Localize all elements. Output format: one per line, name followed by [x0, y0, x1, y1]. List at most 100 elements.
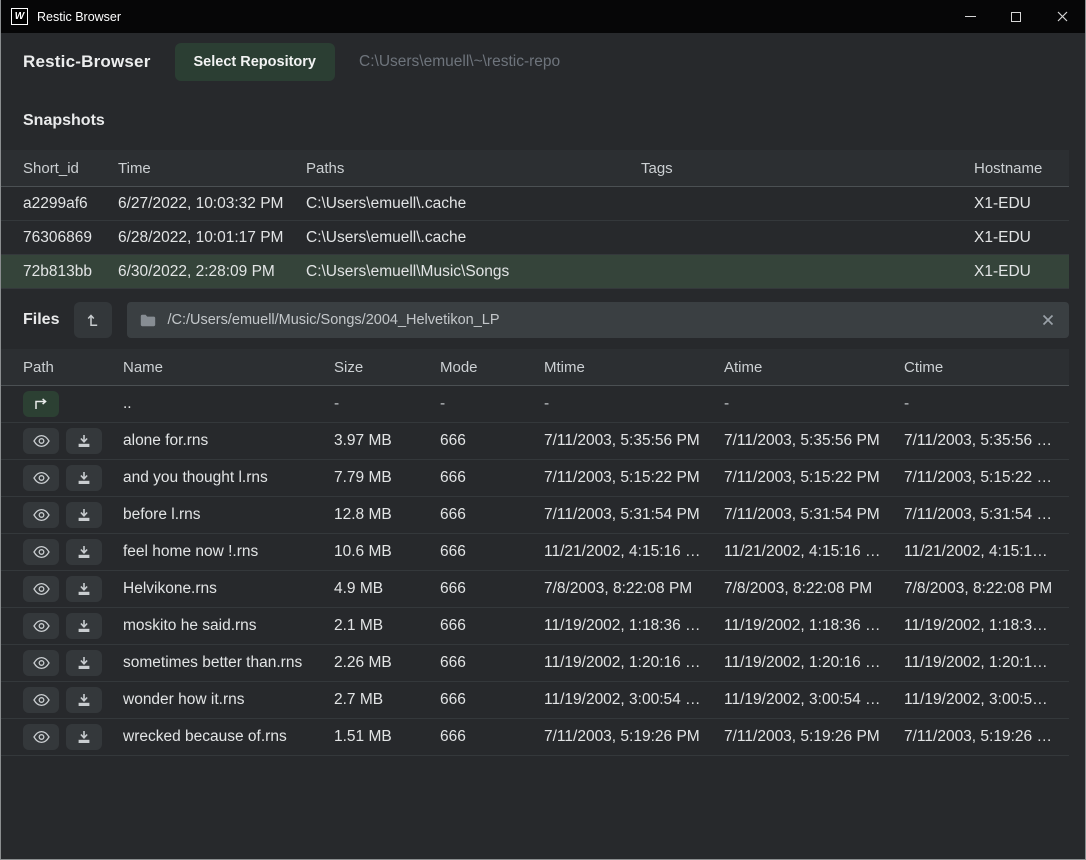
- snapshot-time: 6/27/2022, 10:03:32 PM: [118, 195, 306, 213]
- snapshot-short-id: 76306869: [23, 229, 118, 247]
- eye-icon: [33, 434, 50, 448]
- file-ctime: 7/11/2003, 5:15:22 PM: [904, 469, 1069, 487]
- file-atime: 7/11/2003, 5:31:54 PM: [724, 506, 904, 524]
- snapshot-hostname: X1-EDU: [974, 229, 1069, 247]
- preview-file-button[interactable]: [23, 465, 59, 491]
- download-file-button[interactable]: [66, 650, 102, 676]
- file-atime: 11/19/2002, 1:20:16 …: [724, 654, 904, 672]
- file-atime: 11/21/2002, 4:15:16 …: [724, 543, 904, 561]
- preview-file-button[interactable]: [23, 724, 59, 750]
- file-size: 10.6 MB: [334, 543, 440, 561]
- file-ctime: 7/11/2003, 5:31:54 PM: [904, 506, 1069, 524]
- preview-file-button[interactable]: [23, 539, 59, 565]
- column-header-path: Path: [23, 359, 123, 376]
- parent-directory-row[interactable]: .. - - - - -: [1, 386, 1069, 423]
- file-mode: 666: [440, 432, 544, 450]
- snapshot-row[interactable]: a2299af6 6/27/2022, 10:03:32 PM C:\Users…: [1, 187, 1069, 221]
- file-ctime: 11/19/2002, 1:20:16 …: [904, 654, 1069, 672]
- file-row[interactable]: wrecked because of.rns 1.51 MB 666 7/11/…: [1, 719, 1069, 756]
- file-atime: 7/8/2003, 8:22:08 PM: [724, 580, 904, 598]
- app-window: W Restic Browser Restic-Browser Select R…: [0, 0, 1086, 860]
- file-mtime: 7/11/2003, 5:15:22 PM: [544, 469, 724, 487]
- file-name: moskito he said.rns: [123, 617, 334, 635]
- page-title: Restic-Browser: [23, 52, 151, 72]
- download-file-button[interactable]: [66, 465, 102, 491]
- folder-icon: [140, 314, 156, 327]
- file-path-input[interactable]: /C:/Users/emuell/Music/Songs/2004_Helvet…: [127, 302, 1069, 338]
- preview-file-button[interactable]: [23, 576, 59, 602]
- snapshot-paths: C:\Users\emuell\.cache: [306, 229, 641, 247]
- file-ctime: 11/21/2002, 4:15:16 …: [904, 543, 1069, 561]
- close-button[interactable]: [1039, 0, 1085, 33]
- download-file-button[interactable]: [66, 724, 102, 750]
- file-name: wonder how it.rns: [123, 691, 334, 709]
- file-row[interactable]: moskito he said.rns 2.1 MB 666 11/19/200…: [1, 608, 1069, 645]
- parent-directory-button[interactable]: [23, 391, 59, 417]
- preview-file-button[interactable]: [23, 428, 59, 454]
- file-row[interactable]: wonder how it.rns 2.7 MB 666 11/19/2002,…: [1, 682, 1069, 719]
- snapshot-short-id: 72b813bb: [23, 263, 118, 281]
- maximize-button[interactable]: [993, 0, 1039, 33]
- column-header-paths: Paths: [306, 160, 641, 177]
- preview-file-button[interactable]: [23, 687, 59, 713]
- file-size: 4.9 MB: [334, 580, 440, 598]
- snapshots-table-header: Short_id Time Paths Tags Hostname: [1, 150, 1069, 187]
- preview-file-button[interactable]: [23, 650, 59, 676]
- select-repository-button[interactable]: Select Repository: [175, 43, 336, 81]
- close-icon: [1057, 11, 1068, 22]
- column-header-name: Name: [123, 359, 334, 376]
- snapshot-time: 6/30/2022, 2:28:09 PM: [118, 263, 306, 281]
- file-size: 7.79 MB: [334, 469, 440, 487]
- parent-directory-mode: -: [440, 395, 544, 413]
- clear-icon: [1042, 314, 1054, 326]
- download-file-button[interactable]: [66, 502, 102, 528]
- file-row[interactable]: Helvikone.rns 4.9 MB 666 7/8/2003, 8:22:…: [1, 571, 1069, 608]
- go-to-parent-button[interactable]: [74, 302, 112, 338]
- file-row[interactable]: alone for.rns 3.97 MB 666 7/11/2003, 5:3…: [1, 423, 1069, 460]
- file-atime: 11/19/2002, 1:18:36 …: [724, 617, 904, 635]
- parent-directory-atime: -: [724, 395, 904, 413]
- file-row[interactable]: sometimes better than.rns 2.26 MB 666 11…: [1, 645, 1069, 682]
- parent-directory-ctime: -: [904, 395, 1069, 413]
- download-file-button[interactable]: [66, 539, 102, 565]
- minimize-icon: [965, 16, 976, 17]
- file-atime: 7/11/2003, 5:35:56 PM: [724, 432, 904, 450]
- download-file-button[interactable]: [66, 687, 102, 713]
- file-mode: 666: [440, 469, 544, 487]
- download-icon: [77, 693, 91, 707]
- download-icon: [77, 508, 91, 522]
- maximize-icon: [1011, 12, 1021, 22]
- files-table-body: alone for.rns 3.97 MB 666 7/11/2003, 5:3…: [1, 423, 1085, 756]
- file-row[interactable]: and you thought l.rns 7.79 MB 666 7/11/2…: [1, 460, 1069, 497]
- clear-path-button[interactable]: [1036, 308, 1060, 332]
- snapshot-row[interactable]: 72b813bb 6/30/2022, 2:28:09 PM C:\Users\…: [1, 255, 1069, 289]
- snapshot-row[interactable]: 76306869 6/28/2022, 10:01:17 PM C:\Users…: [1, 221, 1069, 255]
- files-heading: Files: [23, 311, 59, 329]
- preview-file-button[interactable]: [23, 502, 59, 528]
- column-header-mtime: Mtime: [544, 359, 724, 376]
- preview-file-button[interactable]: [23, 613, 59, 639]
- eye-icon: [33, 471, 50, 485]
- file-mode: 666: [440, 543, 544, 561]
- parent-directory-size: -: [334, 395, 440, 413]
- file-ctime: 11/19/2002, 3:00:54 …: [904, 691, 1069, 709]
- file-name: alone for.rns: [123, 432, 334, 450]
- parent-directory-mtime: -: [544, 395, 724, 413]
- download-file-button[interactable]: [66, 576, 102, 602]
- repository-path: C:\Users\emuell\~\restic-repo: [359, 53, 560, 71]
- files-toolbar: Files /C:/Users/emuell/Music/Songs/2004_…: [23, 302, 1069, 338]
- file-mtime: 7/11/2003, 5:19:26 PM: [544, 728, 724, 746]
- download-file-button[interactable]: [66, 613, 102, 639]
- snapshot-short-id: a2299af6: [23, 195, 118, 213]
- eye-icon: [33, 693, 50, 707]
- eye-icon: [33, 582, 50, 596]
- file-name: sometimes better than.rns: [123, 654, 334, 672]
- minimize-button[interactable]: [947, 0, 993, 33]
- download-icon: [77, 471, 91, 485]
- file-row[interactable]: feel home now !.rns 10.6 MB 666 11/21/20…: [1, 534, 1069, 571]
- download-file-button[interactable]: [66, 428, 102, 454]
- file-row[interactable]: before l.rns 12.8 MB 666 7/11/2003, 5:31…: [1, 497, 1069, 534]
- file-size: 2.7 MB: [334, 691, 440, 709]
- snapshot-hostname: X1-EDU: [974, 195, 1069, 213]
- file-atime: 7/11/2003, 5:15:22 PM: [724, 469, 904, 487]
